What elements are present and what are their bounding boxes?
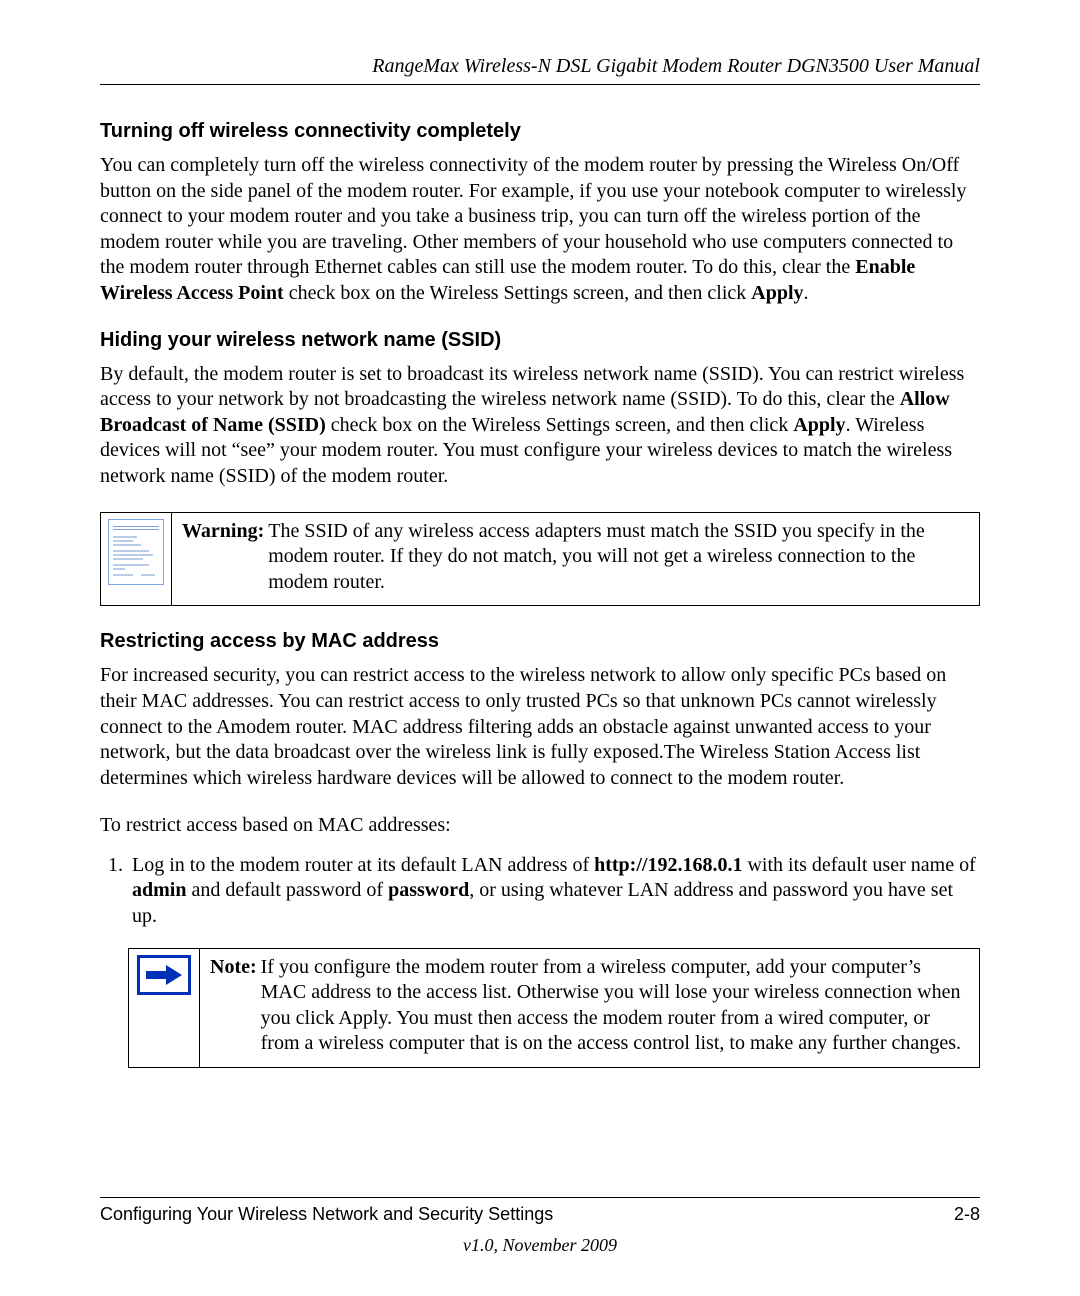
warning-text: The SSID of any wireless access adapters…	[268, 519, 969, 596]
footer-line: Configuring Your Wireless Network and Se…	[100, 1197, 980, 1225]
section-body-turn-off-wireless: You can completely turn off the wireless…	[100, 153, 980, 307]
arrow-right-icon	[137, 955, 191, 995]
bold-apply: Apply	[793, 414, 845, 436]
text-fragment: By default, the modem router is set to b…	[100, 363, 964, 411]
page-footer: Configuring Your Wireless Network and Se…	[100, 1197, 980, 1256]
note-icon-cell	[129, 949, 200, 1067]
footer-version: v1.0, November 2009	[100, 1235, 980, 1256]
footer-section-title: Configuring Your Wireless Network and Se…	[100, 1204, 553, 1225]
bold-apply: Apply	[751, 282, 803, 304]
note-callout: Note: If you configure the modem router …	[128, 948, 980, 1068]
text-fragment: and default password of	[186, 879, 388, 901]
manual-title: RangeMax Wireless-N DSL Gigabit Modem Ro…	[372, 55, 980, 77]
ordered-steps: Log in to the modem router at its defaul…	[100, 853, 980, 930]
text-fragment: You can completely turn off the wireless…	[100, 154, 966, 278]
bold-lan-url: http://192.168.0.1	[594, 854, 742, 876]
text-fragment: with its default user name of	[742, 854, 975, 876]
bold-password: password	[388, 879, 469, 901]
section-lead-mac-restrict: To restrict access based on MAC addresse…	[100, 813, 980, 839]
text-fragment: check box on the Wireless Settings scree…	[326, 414, 794, 436]
settings-screenshot-icon	[108, 519, 164, 585]
footer-page-number: 2-8	[954, 1204, 980, 1225]
text-fragment: .	[804, 282, 809, 304]
warning-callout: Warning: The SSID of any wireless access…	[100, 512, 980, 607]
warning-label: Warning:	[182, 519, 264, 596]
section-heading-mac-restrict: Restricting access by MAC address	[100, 630, 980, 653]
section-body-mac-restrict: For increased security, you can restrict…	[100, 663, 980, 791]
text-fragment: check box on the Wireless Settings scree…	[284, 282, 752, 304]
section-body-hide-ssid: By default, the modem router is set to b…	[100, 362, 980, 490]
document-page: RangeMax Wireless-N DSL Gigabit Modem Ro…	[0, 0, 1080, 1296]
section-heading-turn-off-wireless: Turning off wireless connectivity comple…	[100, 120, 980, 143]
note-text: If you configure the modem router from a…	[261, 955, 969, 1057]
text-fragment: Log in to the modem router at its defaul…	[132, 854, 594, 876]
section-heading-hide-ssid: Hiding your wireless network name (SSID)	[100, 329, 980, 352]
bold-admin: admin	[132, 879, 186, 901]
note-body: Note: If you configure the modem router …	[200, 949, 979, 1067]
warning-icon-cell	[101, 513, 172, 606]
note-label: Note:	[210, 955, 257, 1057]
warning-body: Warning: The SSID of any wireless access…	[172, 513, 979, 606]
step-1: Log in to the modem router at its defaul…	[128, 853, 980, 930]
page-header: RangeMax Wireless-N DSL Gigabit Modem Ro…	[100, 55, 980, 85]
